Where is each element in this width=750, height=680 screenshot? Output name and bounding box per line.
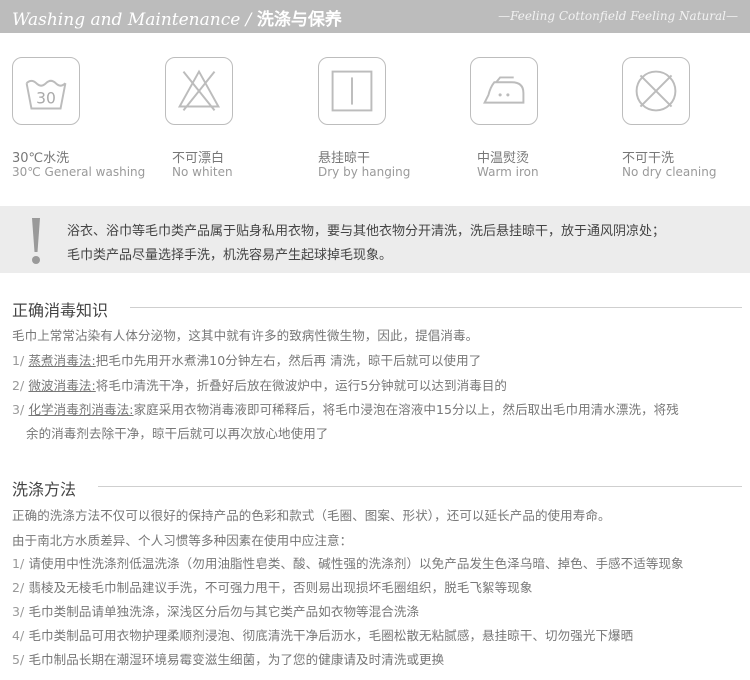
care-item-iron: 中温熨烫 Warm iron (470, 57, 610, 179)
list-item: 2/ 微波消毒法:将毛巾清洗干净，折叠好后放在微波炉中，运行5分钟就可以达到消毒… (12, 378, 508, 393)
header-bar: Washing and Maintenance / 洗涤与保养 —Feeling… (0, 0, 750, 33)
header-title: Washing and Maintenance / 洗涤与保养 (12, 5, 342, 30)
list-item: 3/ 毛巾类制品请单独洗涤，深浅区分后勿与其它类产品如衣物等混合洗涤 (12, 604, 420, 619)
disinfection-intro: 毛巾上常常沾染有人体分泌物，这其中就有许多的致病性微生物，因此，提倡消毒。 (12, 328, 479, 343)
warm-iron-icon (470, 57, 538, 125)
exclamation-icon (32, 218, 40, 264)
notice-band: 浴衣、浴巾等毛巾类产品属于贴身私用衣物，要与其他衣物分开清洗，洗后悬挂晾干，放于… (0, 206, 750, 273)
header-title-cn: 洗涤与保养 (256, 10, 342, 30)
list-item: 1/ 请使用中性洗涤剂低温洗涤（勿用油脂性皂类、酸、碱性强的洗涤剂）以免产品发生… (12, 556, 684, 571)
care-item-bleach: 不可漂白 No whiten (165, 57, 305, 179)
list-item: 3/ 化学消毒剂消毒法:家庭采用衣物消毒液即可稀释后，将毛巾浸泡在溶液中15分以… (12, 402, 679, 417)
hang-dry-icon (318, 57, 386, 125)
list-item: 2/ 翡棱及无棱毛巾制品建议手洗，不可强力甩干，否则易出现损坏毛圈组织，脱毛飞絮… (12, 580, 533, 595)
page: Washing and Maintenance / 洗涤与保养 —Feeling… (0, 0, 750, 680)
washing-intro-1: 正确的洗涤方法不仅可以很好的保持产品的色彩和款式（毛圈、图案、形状），还可以延长… (12, 508, 611, 523)
care-item-hang: 悬挂晾干 Dry by hanging (318, 57, 458, 179)
method-name: 微波消毒法: (28, 378, 96, 393)
care-label-cn: 悬挂晾干 (318, 151, 371, 166)
no-dry-clean-icon (622, 57, 690, 125)
method-name: 化学消毒剂消毒法: (28, 402, 134, 417)
header-title-en: Washing and Maintenance / (12, 10, 252, 30)
method-name: 蒸煮消毒法: (28, 353, 96, 368)
list-item: 4/ 毛巾类制品可用衣物护理柔顺剂浸泡、彻底清洗干净后沥水，毛圈松散无粘腻感，悬… (12, 628, 634, 643)
list-item: 5/ 毛巾制品长期在潮湿环境易霉变滋生细菌，为了您的健康请及时清洗或更换 (12, 652, 445, 667)
section-divider (130, 307, 742, 308)
care-label-cn: 不可漂白 (172, 151, 225, 166)
section-title-washing: 洗涤方法 (12, 480, 77, 499)
wash-30-icon: 30 (12, 57, 80, 125)
care-label-cn: 中温熨烫 (477, 151, 530, 166)
section-divider (98, 486, 742, 487)
svg-text:30: 30 (36, 90, 56, 108)
care-item-dryclean: 不可干洗 No dry cleaning (622, 57, 750, 179)
care-label-en: Warm iron (477, 165, 539, 179)
notice-line-1: 浴衣、浴巾等毛巾类产品属于贴身私用衣物，要与其他衣物分开清洗，洗后悬挂晾干，放于… (67, 224, 666, 239)
care-label-en: No dry cleaning (622, 165, 717, 179)
header-tagline: —Feeling Cottonfield Feeling Natural— (498, 9, 738, 23)
notice-line-2: 毛巾类产品尽量选择手洗，机洗容易产生起球掉毛现象。 (67, 248, 393, 263)
list-item-continued: 余的消毒剂去除干净，晾干后就可以再次放心地使用了 (26, 426, 329, 441)
section-title-disinfection: 正确消毒知识 (12, 301, 109, 320)
washing-intro-2: 由于南北方水质差异、个人习惯等多种因素在使用中应注意： (12, 533, 353, 548)
list-item: 1/ 蒸煮消毒法:把毛巾先用开水煮沸10分钟左右，然后再 清洗，晾干后就可以使用… (12, 353, 482, 368)
care-label-en: Dry by hanging (318, 165, 411, 179)
care-label-cn: 30℃水洗 (12, 151, 70, 166)
care-label-cn: 不可干洗 (622, 151, 675, 166)
care-label-en: 30℃ General washing (12, 165, 146, 179)
care-label-en: No whiten (172, 165, 233, 179)
no-bleach-icon (165, 57, 233, 125)
care-item-wash: 30 30℃水洗 30℃ General washing (12, 57, 152, 179)
